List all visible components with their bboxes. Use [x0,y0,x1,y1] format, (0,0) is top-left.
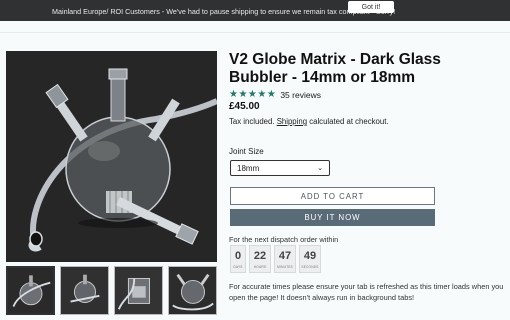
timer-days-value: 0 [234,249,242,262]
review-count[interactable]: 35 reviews [280,90,321,100]
star-rating-icon: ★★★★★ [229,89,277,100]
timer-days-unit: DAYS [233,264,243,269]
thumbnail-2[interactable] [60,266,109,315]
thumbnail-4[interactable] [168,266,217,315]
tax-prefix: Tax included. [229,117,275,126]
product-price: £45.00 [229,101,260,112]
thumbnail-3[interactable] [114,266,163,315]
dismiss-announcement-button[interactable]: Got it! [348,1,394,13]
timer-hours-value: 22 [253,249,267,262]
tax-info: Tax included. Shipping calculated at che… [229,117,389,126]
joint-size-select[interactable]: 18mm ⌄ [230,160,330,176]
bubbler-image [6,51,217,262]
add-to-cart-button[interactable]: ADD TO CART [230,187,435,205]
buy-it-now-button[interactable]: BUY IT NOW [230,209,435,226]
announcement-bar: Mainland Europe/ ROI Customers - We've h… [0,0,510,21]
chevron-down-icon: ⌄ [317,165,323,172]
shipping-link[interactable]: Shipping [277,117,307,126]
timer-hours: 22 HOURS [249,245,271,273]
product-rating[interactable]: ★★★★★ 35 reviews [229,89,321,100]
thumbnail-1[interactable] [6,266,55,315]
timer-seconds: 49 SECONDS [299,245,321,273]
timer-note: For accurate times please ensure your ta… [229,282,504,302]
thumbnail-strip [6,266,218,316]
timer-seconds-unit: SECONDS [301,264,319,269]
timer-days: 0 DAYS [230,245,246,273]
timer-minutes-unit: MINUTES [277,264,293,269]
announcement-message: Mainland Europe/ ROI Customers - We've h… [52,7,396,16]
timer-minutes: 47 MINUTES [274,245,296,273]
joint-size-value: 18mm [237,163,260,173]
timer-hours-unit: HOURS [253,264,267,269]
joint-size-label: Joint Size [229,147,264,156]
tax-suffix: calculated at checkout. [309,117,389,126]
header-band [0,21,510,33]
product-title: V2 Globe Matrix - Dark Glass Bubbler - 1… [229,51,441,86]
timer-seconds-value: 49 [303,249,317,262]
countdown-timer: 0 DAYS 22 HOURS 47 MINUTES 49 SECONDS [230,245,321,273]
dispatch-label: For the next dispatch order within [229,235,339,244]
product-main-image[interactable] [6,51,217,262]
timer-minutes-value: 47 [278,249,292,262]
